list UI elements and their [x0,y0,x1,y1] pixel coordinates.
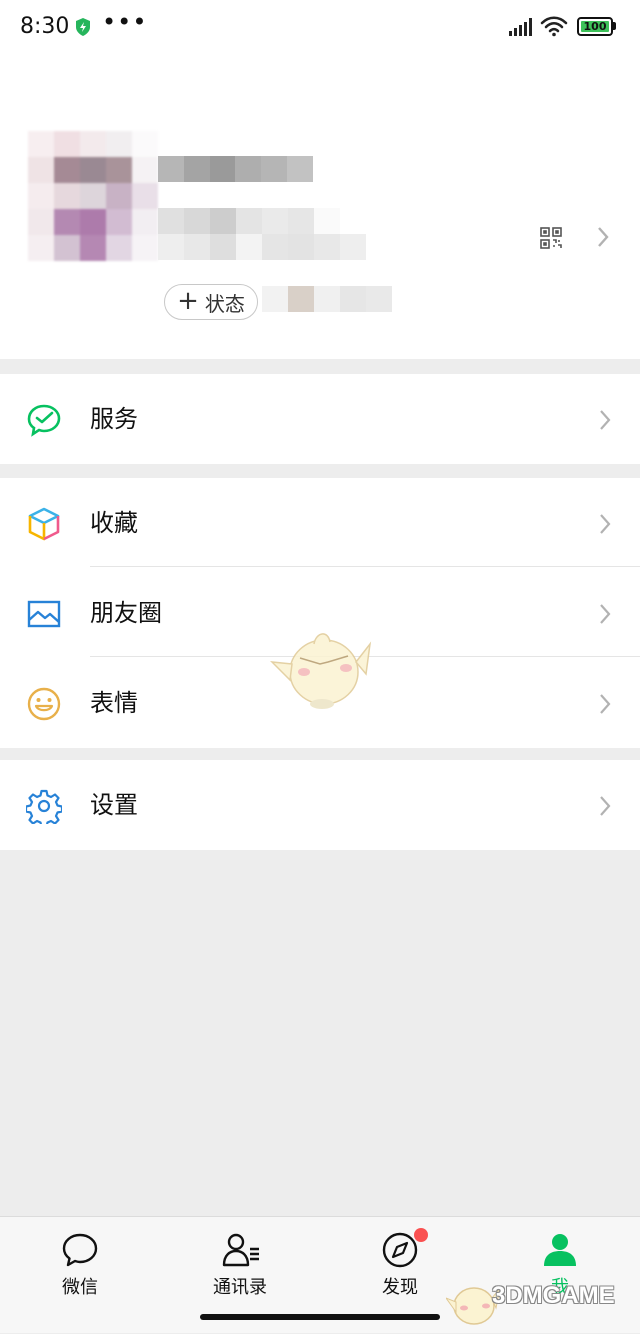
chat-bubble-icon [61,1231,99,1269]
status-button-label: 状态 [204,291,245,316]
watermark-text: 3DMGAME [492,1282,615,1309]
add-status-button[interactable]: + 状态 [164,284,258,320]
status-text [262,286,392,312]
menu-group-services: 服务 [0,374,640,464]
me-person-icon [541,1231,579,1269]
more-dots-icon: ••• [102,8,148,36]
tab-chats[interactable]: 微信 [20,1217,140,1307]
tab-label: 通讯录 [213,1277,267,1298]
menu-item-favorites[interactable]: 收藏 [0,478,640,568]
wechat-pay-icon [26,402,62,438]
user-nickname [158,156,313,182]
menu-group-settings: 设置 [0,760,640,850]
wifi-icon [540,15,568,41]
plus-icon: + [177,286,199,316]
menu-item-settings[interactable]: 设置 [0,760,640,850]
chevron-right-icon[interactable] [596,225,610,253]
menu-item-label: 服务 [90,405,138,433]
tab-label: 微信 [62,1277,98,1298]
tab-contacts[interactable]: 通讯录 [180,1217,300,1307]
menu-item-label: 设置 [90,791,138,819]
menu-item-label: 收藏 [90,509,138,537]
shield-icon [74,17,92,41]
menu-item-services[interactable]: 服务 [0,374,640,464]
avatar[interactable] [28,131,158,261]
home-indicator[interactable] [200,1314,440,1320]
chevron-right-icon [598,602,612,630]
status-time: 8:30 [20,14,70,39]
qr-code-icon[interactable] [540,227,562,253]
tab-label: 发现 [382,1277,418,1298]
profile-header[interactable]: + 状态 [0,56,640,359]
status-bar: 8:30 ••• 100 [0,0,640,56]
emoji-face-icon [26,686,62,722]
chevron-right-icon [598,794,612,822]
wechat-id [158,208,366,260]
contacts-icon [221,1231,259,1269]
chevron-right-icon [598,512,612,540]
settings-gear-icon [24,788,64,829]
moments-picture-icon [26,596,62,632]
signal-icon [508,17,534,41]
tab-discover[interactable]: 发现 [340,1217,460,1307]
battery-icon: 100 [577,17,613,36]
menu-item-label: 表情 [90,689,138,717]
menu-item-label: 朋友圈 [90,599,162,627]
mascot-watermark [269,624,374,712]
divider [90,566,640,567]
chevron-right-icon [598,692,612,720]
favorites-cube-icon [26,506,62,542]
chevron-right-icon [598,408,612,436]
battery-level: 100 [583,20,607,33]
notification-badge [414,1228,428,1242]
